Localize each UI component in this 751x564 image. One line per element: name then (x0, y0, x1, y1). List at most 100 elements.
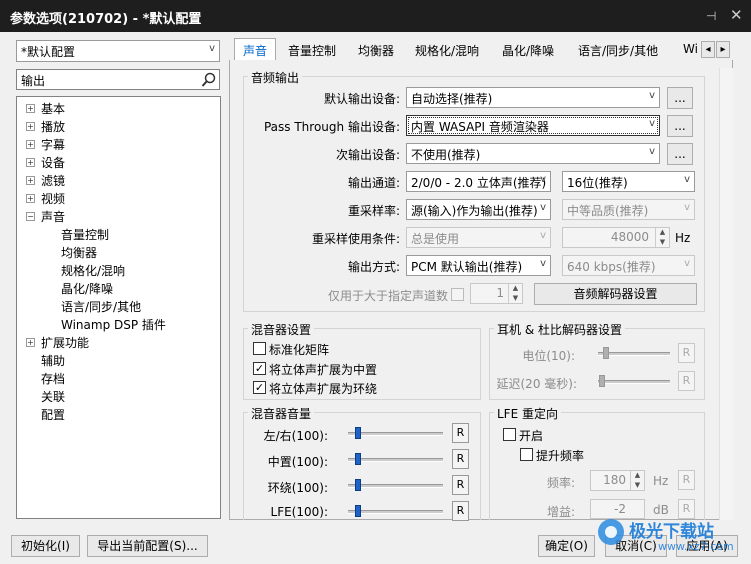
tab-language-sync-other[interactable]: 语言/同步/其他 (578, 40, 658, 61)
stereo-to-surround-checkbox[interactable]: ✓ (253, 381, 266, 394)
normalize-matrix-checkbox[interactable] (253, 342, 266, 355)
tree-item[interactable]: 字幕 (41, 136, 65, 153)
mixer-volume-reset-button[interactable]: R (452, 423, 469, 443)
only-channels-checkbox[interactable] (451, 288, 464, 301)
tree-item[interactable]: 存档 (41, 370, 65, 387)
mixer-volume-slider[interactable] (348, 484, 443, 488)
tree-item[interactable]: 滤镜 (41, 172, 65, 189)
tree-item[interactable]: 晶化/降噪 (61, 280, 113, 297)
tree-item[interactable]: 视频 (41, 190, 65, 207)
close-icon[interactable]: ✕ (730, 6, 743, 24)
initialize-button[interactable]: 初始化(I) (11, 535, 80, 557)
stereo-to-surround-label: 将立体声扩展为环绕 (269, 382, 378, 396)
tree-expander-icon[interactable]: + (26, 338, 35, 347)
sample-rate-spinner[interactable]: ▲ ▼ (655, 228, 669, 247)
tab-volume-control[interactable]: 音量控制 (288, 40, 336, 61)
passthrough-device-browse-button[interactable]: ... (667, 115, 693, 137)
passthrough-device-select[interactable]: 内置 WASAPI 音频渲染器 v (406, 115, 660, 136)
mixer-volume-slider-thumb[interactable] (355, 427, 361, 439)
tree-expander-icon[interactable]: + (26, 140, 35, 149)
tree-item[interactable]: 设备 (41, 154, 65, 171)
tab-scroll-left[interactable]: ◂ (701, 41, 715, 58)
tree-item[interactable]: 均衡器 (61, 244, 97, 261)
mixer-volume-slider-thumb[interactable] (355, 453, 361, 465)
tree-item[interactable]: 声音 (41, 208, 65, 225)
passthrough-device-label: Pass Through 输出设备: (263, 120, 400, 134)
tab-winamp[interactable]: Wi (683, 40, 697, 61)
options-tree[interactable]: + 基本 + 播放 + 字幕 + 设备 + 滤镜 + 视频 − 声音 音量控制 均衡器 规格化/混响 晶化/降噪语… (16, 96, 221, 519)
tree-item[interactable]: Winamp DSP 插件 (61, 316, 166, 333)
tree-item[interactable]: 规格化/混响 (61, 262, 125, 279)
tree-expander-icon[interactable]: + (26, 158, 35, 167)
mixer-settings-title: 混音器设置 (248, 321, 315, 338)
resample-quality-select[interactable]: 中等品质(推荐) v (562, 199, 695, 220)
delay-reset-button[interactable]: R (678, 371, 695, 391)
output-mode-select[interactable]: PCM 默认输出(推荐) v (406, 255, 551, 276)
output-channel-select[interactable]: 2/0/0 - 2.0 立体声(推荐) v (406, 171, 551, 192)
mixer-volume-label: 环绕(100): (267, 481, 328, 495)
resample-condition-select[interactable]: 总是使用 v (406, 227, 551, 248)
output-mode-label: 输出方式: (347, 260, 400, 274)
lfe-frequency-reset-button[interactable]: R (678, 470, 695, 490)
search-box[interactable]: 输出 (16, 69, 220, 90)
tab-sound[interactable]: 声音 (234, 38, 277, 61)
tree-item[interactable]: 音量控制 (61, 226, 109, 243)
tree-expander-icon[interactable]: + (26, 104, 35, 113)
secondary-device-select[interactable]: 不使用(推荐) v (406, 143, 660, 164)
default-device-browse-button[interactable]: ... (667, 87, 693, 109)
default-device-value: 自动选择(推荐) (411, 92, 493, 106)
lfe-frequency-input[interactable]: 180 ▲ ▼ (590, 470, 645, 491)
tree-expander-icon[interactable]: − (26, 212, 35, 221)
level-slider-thumb[interactable] (603, 347, 609, 359)
pin-icon[interactable]: ⊣ (706, 9, 716, 23)
delay-slider-thumb[interactable] (599, 375, 605, 387)
only-channels-input[interactable]: 1 ▲ ▼ (470, 283, 523, 304)
level-reset-button[interactable]: R (678, 343, 695, 363)
search-input[interactable]: 输出 (21, 72, 45, 89)
mixer-volume-reset-button[interactable]: R (452, 475, 469, 495)
mixer-volume-reset-button[interactable]: R (452, 449, 469, 469)
tree-item[interactable]: 关联 (41, 388, 65, 405)
mixer-volume-slider-thumb[interactable] (355, 479, 361, 491)
tab-equalizer[interactable]: 均衡器 (358, 40, 394, 61)
resample-rate-select[interactable]: 源(输入)作为输出(推荐) v (406, 199, 551, 220)
only-channels-spinner[interactable]: ▲ ▼ (508, 284, 522, 303)
content-scrollbar[interactable] (719, 68, 733, 520)
tab-crystal-denoise[interactable]: 晶化/降噪 (502, 40, 554, 61)
tree-item[interactable]: 扩展功能 (41, 334, 89, 351)
mixer-volume-slider[interactable] (348, 510, 443, 514)
stereo-to-center-checkbox[interactable]: ✓ (253, 362, 266, 375)
bit-depth-select[interactable]: 16位(推荐) v (562, 171, 695, 192)
sample-rate-value: 48000 (610, 230, 649, 244)
mixer-volume-reset-button[interactable]: R (452, 501, 469, 521)
lfe-frequency-unit: Hz (653, 474, 669, 488)
secondary-device-browse-button[interactable]: ... (667, 143, 693, 165)
search-icon[interactable] (201, 72, 217, 88)
lfe-boost-checkbox[interactable] (520, 448, 533, 461)
profile-select[interactable]: *默认配置 v (16, 40, 220, 62)
default-device-select[interactable]: 自动选择(推荐) v (406, 87, 660, 108)
tree-item[interactable]: 基本 (41, 100, 65, 117)
chevron-down-icon: v (540, 258, 546, 269)
bitrate-select[interactable]: 640 kbps(推荐) v (562, 255, 695, 276)
tree-expander-icon[interactable]: + (26, 122, 35, 131)
secondary-device-value: 不使用(推荐) (411, 148, 481, 162)
lfe-frequency-spinner[interactable]: ▲ ▼ (630, 471, 644, 490)
lfe-enable-checkbox[interactable] (503, 428, 516, 441)
sample-rate-input[interactable]: 48000 ▲ ▼ (562, 227, 670, 248)
mixer-volume-slider[interactable] (348, 458, 443, 462)
tree-expander-icon[interactable]: + (26, 176, 35, 185)
mixer-volume-slider[interactable] (348, 432, 443, 436)
mixer-volume-slider-thumb[interactable] (355, 505, 361, 517)
tree-item[interactable]: 辅助 (41, 352, 65, 369)
tree-item[interactable]: 语言/同步/其他 (61, 298, 141, 315)
export-config-button[interactable]: 导出当前配置(S)... (87, 535, 208, 557)
tree-item[interactable]: 播放 (41, 118, 65, 135)
ok-button[interactable]: 确定(O) (538, 535, 595, 557)
tree-expander-icon[interactable]: + (26, 194, 35, 203)
delay-slider[interactable] (598, 380, 670, 384)
tree-item[interactable]: 配置 (41, 406, 65, 423)
audio-decoder-settings-button[interactable]: 音频解码器设置 (534, 283, 697, 305)
tab-normalize-reverb[interactable]: 规格化/混响 (415, 40, 479, 61)
tab-scroll-right[interactable]: ▸ (716, 41, 730, 58)
